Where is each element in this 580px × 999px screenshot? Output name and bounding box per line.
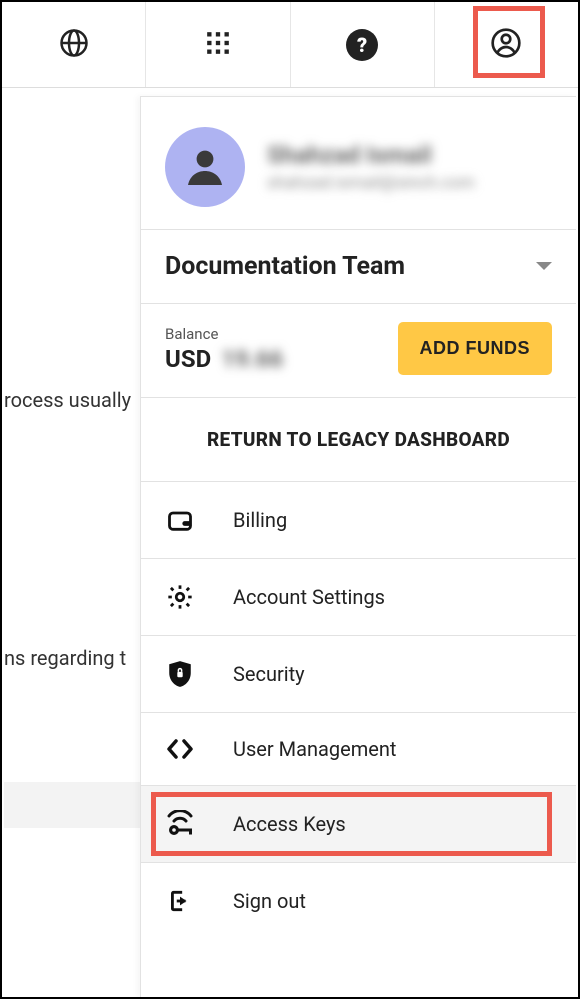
toolbar-help[interactable]: ? xyxy=(291,2,435,87)
profile-section: Shahzad Ismail shahzad.ismail@sinch.com xyxy=(141,97,576,229)
account-dropdown-panel: Shahzad Ismail shahzad.ismail@sinch.com … xyxy=(140,96,576,997)
toolbar-apps[interactable] xyxy=(146,2,290,87)
team-name: Documentation Team xyxy=(165,252,405,281)
toolbar-account[interactable] xyxy=(435,2,578,87)
top-toolbar: ? xyxy=(2,2,578,88)
help-icon: ? xyxy=(346,29,378,61)
background-stripe xyxy=(4,782,140,828)
menu-item-label: Sign out xyxy=(233,889,306,913)
background-text-2: ns regarding t xyxy=(4,646,126,670)
code-brackets-icon xyxy=(165,737,195,761)
sign-out-icon xyxy=(165,887,195,915)
menu-item-label: Account Settings xyxy=(233,585,385,609)
balance-currency: USD xyxy=(165,345,211,373)
avatar xyxy=(165,127,245,207)
menu-item-label: Billing xyxy=(233,508,287,532)
gear-icon xyxy=(165,583,195,611)
menu-item-account-settings[interactable]: Account Settings xyxy=(141,558,576,635)
menu-item-security[interactable]: Security xyxy=(141,635,576,712)
balance-amount: 19.66 xyxy=(221,345,283,373)
key-wifi-icon xyxy=(165,810,195,838)
menu-item-billing[interactable]: Billing xyxy=(141,481,576,558)
user-email: shahzad.ismail@sinch.com xyxy=(267,173,475,193)
menu-item-label: User Management xyxy=(233,737,396,761)
user-name: Shahzad Ismail xyxy=(267,141,475,169)
wallet-icon xyxy=(165,506,195,534)
add-funds-button[interactable]: ADD FUNDS xyxy=(398,322,553,375)
apps-grid-icon xyxy=(205,30,231,60)
shield-lock-icon xyxy=(165,660,195,688)
account-icon xyxy=(490,27,522,63)
chevron-down-icon xyxy=(536,257,552,276)
menu-item-sign-out[interactable]: Sign out xyxy=(141,862,576,939)
menu-item-label: Security xyxy=(233,662,305,686)
background-text-1: rocess usually xyxy=(4,388,131,412)
globe-icon xyxy=(59,28,89,62)
team-selector[interactable]: Documentation Team xyxy=(141,230,576,303)
menu-item-user-management[interactable]: User Management xyxy=(141,712,576,785)
toolbar-language[interactable] xyxy=(2,2,146,87)
balance-label: Balance xyxy=(165,325,283,343)
highlight-access-keys xyxy=(151,792,552,856)
return-legacy-dashboard-link[interactable]: RETURN TO LEGACY DASHBOARD xyxy=(141,398,576,481)
balance-section: Balance USD 19.66 ADD FUNDS xyxy=(141,304,576,397)
menu-item-label: Access Keys xyxy=(233,812,346,836)
avatar-icon xyxy=(181,143,229,191)
menu-item-access-keys[interactable]: Access Keys xyxy=(141,785,576,862)
